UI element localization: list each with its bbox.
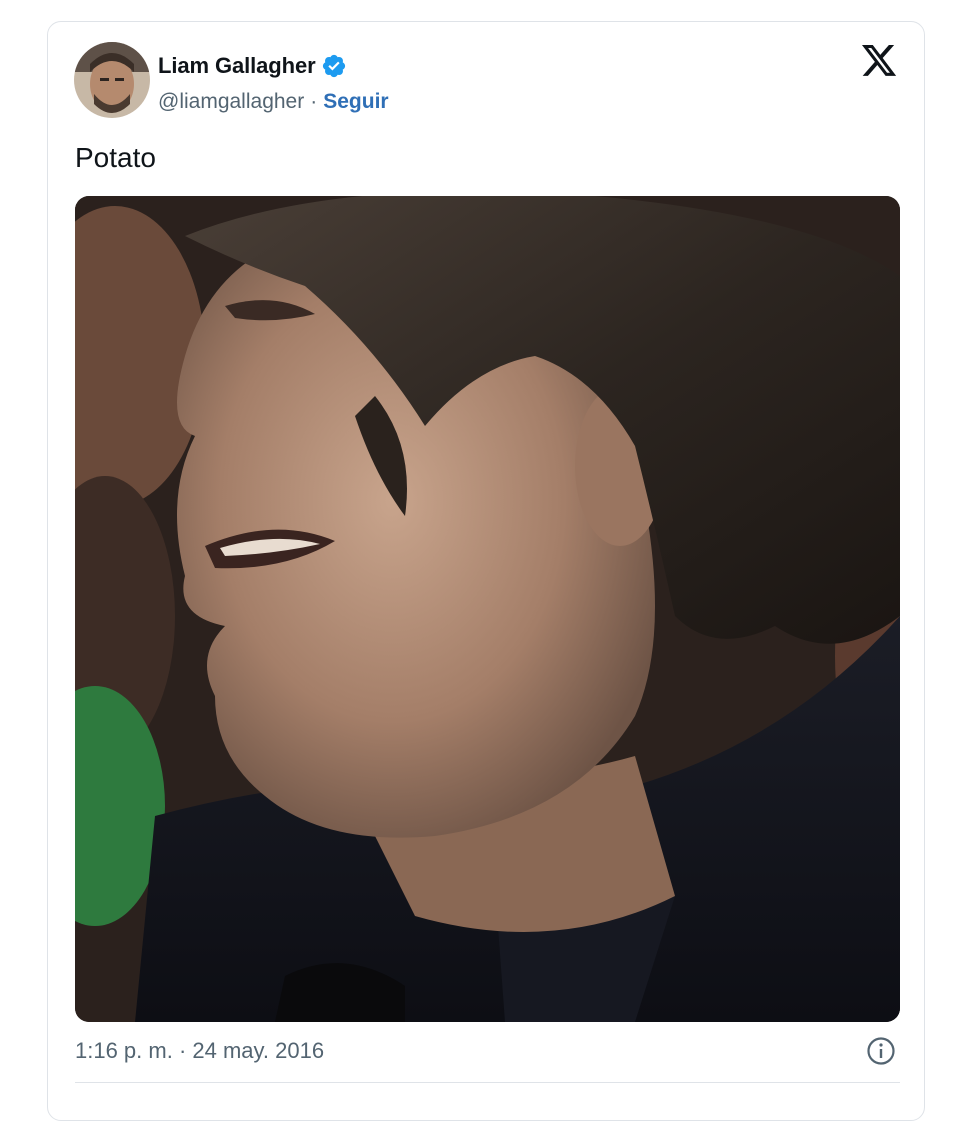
avatar[interactable] — [74, 42, 150, 118]
follow-button[interactable]: Seguir — [323, 90, 388, 114]
author-name[interactable]: Liam Gallagher — [158, 53, 316, 79]
tweet-card: Liam Gallagher @liamgallagher · Seguir P… — [47, 21, 925, 1121]
tweet-timestamp[interactable]: 1:16 p. m. · 24 may. 2016 — [75, 1038, 324, 1064]
tweet-text: Potato — [75, 142, 156, 173]
author-handle[interactable]: @liamgallagher — [158, 90, 304, 114]
x-logo-icon[interactable] — [860, 44, 898, 80]
verified-badge-icon — [322, 54, 345, 78]
author-name-row: Liam Gallagher — [158, 52, 347, 80]
tweet-photo[interactable] — [75, 196, 900, 1022]
handle-row: @liamgallagher · Seguir — [158, 88, 389, 116]
avatar-image — [74, 42, 150, 118]
handle-separator: · — [310, 90, 318, 113]
divider — [75, 1082, 900, 1083]
info-icon[interactable] — [866, 1036, 896, 1066]
